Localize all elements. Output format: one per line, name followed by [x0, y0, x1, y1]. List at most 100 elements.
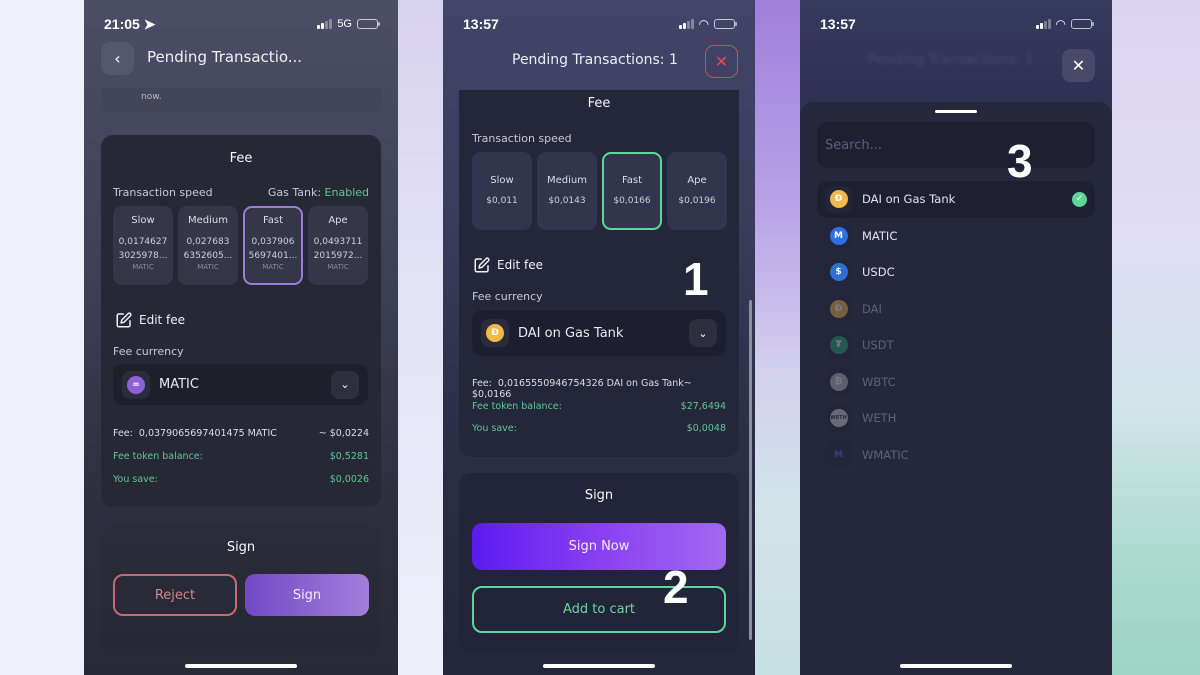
- speed-option-fast[interactable]: Fast 0,037906 5697401... MATIC: [243, 206, 303, 285]
- fee-currency-label: Fee currency: [113, 345, 184, 358]
- speed-option-medium[interactable]: Medium $0,0143: [537, 152, 597, 230]
- token-item-usdc[interactable]: $ USDC: [817, 254, 1095, 291]
- signal-icon: [678, 19, 694, 29]
- back-button[interactable]: ‹: [101, 42, 134, 75]
- speed-option-medium[interactable]: Medium 0,027683 6352605... MATIC: [178, 206, 238, 285]
- transaction-speed-label: Transaction speed: [472, 132, 572, 145]
- reject-button[interactable]: Reject: [113, 574, 237, 616]
- wbtc-icon: ₿: [829, 372, 848, 391]
- speed-option-ape[interactable]: Ape $0,0196: [667, 152, 727, 230]
- faded-message: now.: [101, 88, 381, 112]
- close-icon: ✕: [1071, 56, 1086, 75]
- gas-tank-status: Gas Tank: Enabled: [267, 186, 369, 199]
- token-item-matic[interactable]: M MATIC: [817, 218, 1095, 255]
- fee-row: Fee: 0,0379065697401475 MATIC ~ $0,0224: [113, 428, 369, 439]
- token-item-wbtc[interactable]: ₿ WBTC: [817, 364, 1095, 401]
- matic-icon: ∞: [127, 375, 145, 394]
- matic-icon: M: [829, 226, 848, 245]
- token-list: Đ DAI on Gas Tank ✓ M MATIC $ USDC Đ DAI…: [817, 181, 1095, 473]
- annotation-number-2: 2: [663, 561, 689, 613]
- sheet-grabber[interactable]: [935, 110, 977, 113]
- dai-icon: Đ: [486, 324, 504, 342]
- token-item-wmatic[interactable]: M WMATIC: [817, 437, 1095, 474]
- transaction-speed-label: Transaction speed: [113, 186, 213, 199]
- signal-icon: [1035, 19, 1051, 29]
- battery-icon: [357, 19, 380, 29]
- page-title: Pending Transactio...: [147, 48, 303, 66]
- usdt-icon: ₮: [829, 336, 848, 355]
- dai-icon: Đ: [829, 190, 848, 209]
- speed-option-ape[interactable]: Ape 0,0493711 2015972... MATIC: [308, 206, 368, 285]
- close-button[interactable]: ✕: [705, 45, 738, 78]
- fee-token-balance-row: Fee token balance: $27,6494: [472, 401, 726, 412]
- token-item-usdt[interactable]: ₮ USDT: [817, 327, 1095, 364]
- home-indicator: [900, 664, 1012, 668]
- token-item-dai[interactable]: Đ DAI: [817, 291, 1095, 328]
- sign-card: Sign Reject Sign: [101, 525, 381, 655]
- clock: 13:57: [463, 16, 499, 32]
- wmatic-icon: M: [834, 449, 843, 460]
- fee-card-title: Fee: [587, 96, 611, 111]
- status-bar: 13:57 ◠: [463, 14, 737, 34]
- speed-options: Slow $0,011 Medium $0,0143 Fast $0,0166 …: [472, 152, 727, 230]
- status-bar: 21:05 ➤ 5G: [104, 14, 380, 34]
- status-bar: 13:57 ◠: [820, 14, 1094, 34]
- fee-row: Fee: 0,0165550946754326 DAI on Gas Tank~…: [472, 378, 692, 400]
- speed-options: Slow 0,0174627 3025978... MATIC Medium 0,…: [113, 206, 368, 285]
- close-icon: ✕: [714, 52, 729, 71]
- fee-card-title: Fee: [229, 151, 253, 166]
- fee-card: Fee Transaction speed Gas Tank: Enabled …: [101, 135, 381, 507]
- annotation-number-1: 1: [683, 253, 709, 305]
- weth-icon: WETH: [829, 409, 848, 428]
- home-indicator: [543, 664, 655, 668]
- fee-currency-select[interactable]: ∞ MATIC ⌄: [113, 364, 368, 405]
- dai-icon: Đ: [829, 299, 848, 318]
- chevron-down-icon: ⌄: [331, 370, 359, 399]
- background-panel: [398, 0, 443, 675]
- you-save-row: You save: $0,0048: [472, 423, 726, 434]
- speed-option-fast[interactable]: Fast $0,0166: [602, 152, 662, 230]
- you-save-row: You save: $0,0026: [113, 474, 369, 485]
- page-title: Pending Transactions: 1: [512, 52, 678, 68]
- fee-token-balance-row: Fee token balance: $0,5281: [113, 451, 369, 462]
- edit-icon: [116, 312, 132, 328]
- network-label: 5G: [337, 18, 352, 30]
- home-indicator: [185, 664, 297, 668]
- battery-icon: [1071, 19, 1094, 29]
- sign-button[interactable]: Sign: [245, 574, 369, 616]
- background-panel: [755, 0, 800, 675]
- speed-option-slow[interactable]: Slow 0,0174627 3025978... MATIC: [113, 206, 173, 285]
- edit-fee-button[interactable]: Edit fee: [473, 256, 543, 274]
- clock: 21:05 ➤: [104, 15, 156, 32]
- sign-card-title: Sign: [226, 540, 256, 555]
- sign-card-title: Sign: [584, 488, 614, 503]
- phone-screen-matic: 21:05 ➤ 5G ‹ Pending Transactio... now. …: [84, 0, 398, 675]
- fee-currency-label: Fee currency: [472, 290, 543, 303]
- token-item-weth[interactable]: WETH WETH: [817, 400, 1095, 437]
- close-button[interactable]: ✕: [1062, 49, 1095, 82]
- sign-card: Sign Sign Now Add to cart: [459, 473, 739, 653]
- signal-icon: [317, 19, 333, 29]
- clock: 13:57: [820, 16, 856, 32]
- speed-option-slow[interactable]: Slow $0,011: [472, 152, 532, 230]
- wifi-icon: ◠: [1055, 17, 1066, 31]
- wifi-icon: ◠: [698, 17, 709, 31]
- edit-fee-button[interactable]: Edit fee: [115, 311, 185, 329]
- background-panel: [1112, 0, 1200, 675]
- phone-screen-gas-tank: 13:57 ◠ Pending Transactions: 1 ✕ Fee Tr…: [443, 0, 755, 675]
- page-title-blurred: Pending Transactions: 1: [868, 52, 1034, 68]
- usdc-icon: $: [829, 263, 848, 282]
- battery-icon: [714, 19, 737, 29]
- edit-icon: [474, 257, 490, 273]
- phone-screen-currency-picker: 13:57 ◠ Pending Transactions: 1 ✕ Đ DAI …: [800, 0, 1112, 675]
- location-icon: ➤: [143, 15, 156, 32]
- currency-bottom-sheet: Đ DAI on Gas Tank ✓ M MATIC $ USDC Đ DAI…: [800, 102, 1112, 675]
- chevron-left-icon: ‹: [114, 49, 121, 68]
- annotation-number-3: 3: [1007, 135, 1033, 187]
- chevron-down-icon: ⌄: [689, 319, 717, 347]
- check-icon: ✓: [1072, 191, 1087, 207]
- search-input[interactable]: [817, 122, 1095, 168]
- scrollbar[interactable]: [749, 300, 752, 640]
- token-item-dai-on-gas-tank[interactable]: Đ DAI on Gas Tank ✓: [817, 181, 1095, 218]
- fee-currency-select[interactable]: Đ DAI on Gas Tank ⌄: [472, 310, 726, 356]
